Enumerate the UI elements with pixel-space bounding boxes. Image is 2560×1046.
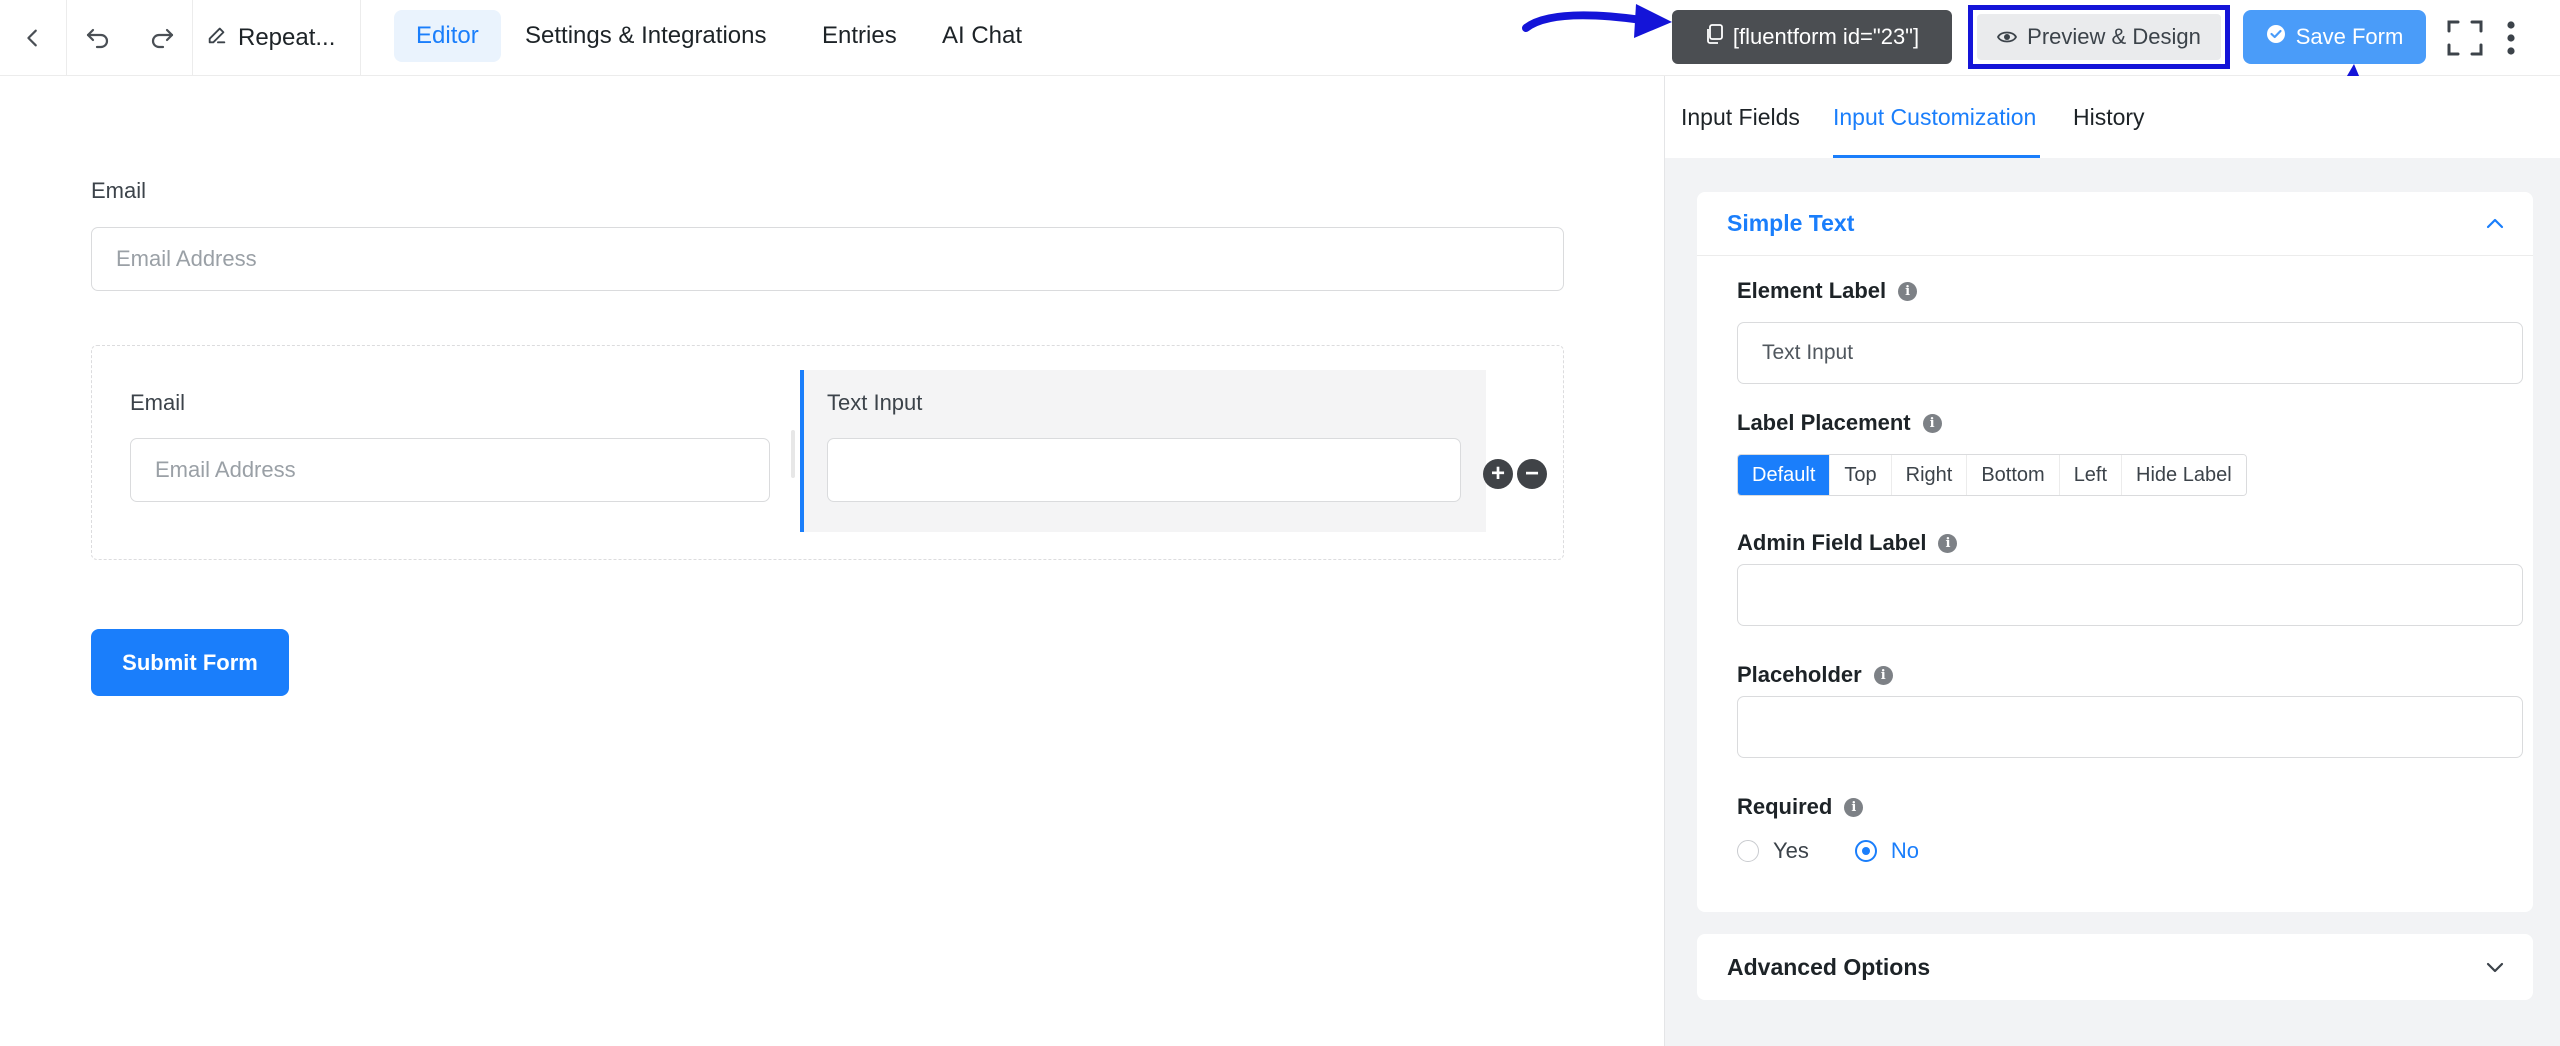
fullscreen-icon[interactable]	[2442, 0, 2488, 76]
placement-option-default[interactable]: Default	[1738, 455, 1831, 495]
tab-input-fields[interactable]: Input Fields	[1681, 76, 1800, 158]
placement-option-left[interactable]: Left	[2059, 455, 2123, 495]
tab-input-customization[interactable]: Input Customization	[1833, 76, 2036, 158]
form-name[interactable]: Repeat...	[206, 0, 335, 76]
section-header[interactable]: Simple Text	[1697, 192, 2533, 256]
required-radio-group: Yes No	[1737, 838, 1919, 864]
info-icon[interactable]: i	[1922, 413, 1942, 433]
undo-icon[interactable]	[66, 0, 130, 76]
repeater-email-field[interactable]: Email Address	[130, 438, 770, 502]
email-field[interactable]: Email Address	[91, 227, 1564, 291]
email-field-label: Email	[91, 178, 147, 203]
chevron-up-icon[interactable]	[2485, 212, 2505, 239]
chevron-down-icon[interactable]	[2485, 957, 2505, 984]
email-placeholder: Email Address	[116, 246, 257, 271]
required-no-radio[interactable]	[1854, 840, 1877, 862]
save-form-label: Save Form	[2295, 24, 2404, 49]
placeholder-input[interactable]	[1737, 696, 2523, 758]
admin-field-label-heading: Admin Field Label i	[1737, 530, 1958, 556]
placement-option-top[interactable]: Top	[1830, 455, 1892, 495]
placement-option-right[interactable]: Right	[1891, 455, 1968, 495]
placement-option-hide-label[interactable]: Hide Label	[2122, 455, 2246, 495]
annotation-arrow-shortcode	[1522, 4, 1672, 38]
placeholder-heading: Placeholder i	[1737, 662, 1893, 688]
copy-icon	[1705, 24, 1723, 50]
tab-editor[interactable]: Editor	[394, 10, 501, 62]
advanced-options-label: Advanced Options	[1727, 953, 1931, 980]
submit-form-button[interactable]: Submit Form	[91, 629, 289, 696]
required-yes-radio[interactable]	[1737, 840, 1759, 862]
info-icon[interactable]: i	[1873, 665, 1893, 685]
top-bar: Repeat... Editor Settings & Integrations…	[0, 0, 2560, 76]
column-resize-handle[interactable]	[791, 430, 795, 478]
edit-icon	[206, 24, 228, 53]
form-name-text: Repeat...	[238, 24, 336, 51]
add-row-button[interactable]: +	[1483, 459, 1513, 489]
tab-ai-chat[interactable]: AI Chat	[920, 10, 1044, 62]
plus-icon: +	[1490, 460, 1505, 487]
tab-entries[interactable]: Entries	[800, 10, 919, 62]
required-no-label: No	[1890, 838, 1920, 863]
shortcode-text: [fluentform id="23"]	[1732, 24, 1920, 49]
back-icon[interactable]	[0, 0, 66, 76]
shortcode-button[interactable]: [fluentform id="23"]	[1672, 10, 1952, 64]
tab-history[interactable]: History	[2073, 76, 2145, 158]
info-icon[interactable]: i	[1898, 281, 1918, 301]
preview-design-label: Preview & Design	[2027, 24, 2201, 49]
advanced-options-section[interactable]: Advanced Options	[1697, 934, 2533, 1000]
required-yes-label: Yes	[1773, 838, 1809, 863]
more-vertical-icon[interactable]	[2496, 0, 2526, 76]
repeater-email-placeholder: Email Address	[155, 457, 296, 482]
divider	[360, 0, 361, 76]
info-icon[interactable]: i	[1938, 533, 1958, 553]
element-label-heading: Element Label i	[1737, 278, 1918, 304]
info-icon[interactable]: i	[1844, 797, 1864, 817]
minus-icon: −	[1524, 460, 1539, 487]
repeater-text-input-field[interactable]	[827, 438, 1461, 502]
repeater-text-input-label: Text Input	[827, 390, 923, 415]
divider	[192, 0, 193, 76]
label-placement-selector: Default Top Right Bottom Left Hide Label	[1737, 454, 2247, 496]
check-circle-icon	[2266, 24, 2286, 50]
redo-icon[interactable]	[130, 0, 194, 76]
admin-field-label-input[interactable]	[1737, 564, 2523, 626]
save-form-button[interactable]: Save Form	[2243, 10, 2426, 64]
submit-form-label: Submit Form	[122, 649, 258, 675]
simple-text-section: Simple Text Element Label i Text Input L…	[1697, 192, 2533, 912]
label-placement-heading: Label Placement i	[1737, 410, 1942, 436]
section-title: Simple Text	[1727, 210, 1855, 236]
tab-settings-integrations[interactable]: Settings & Integrations	[503, 10, 788, 62]
remove-row-button[interactable]: −	[1517, 459, 1547, 489]
element-label-input[interactable]: Text Input	[1737, 322, 2523, 384]
repeater-email-label: Email	[130, 390, 186, 415]
required-heading: Required i	[1737, 794, 1864, 820]
placement-option-bottom[interactable]: Bottom	[1967, 455, 2060, 495]
settings-panel: Input Fields Input Customization History…	[1664, 76, 2560, 1046]
preview-design-button[interactable]: Preview & Design	[1968, 5, 2230, 69]
eye-icon	[1997, 24, 2018, 50]
active-tab-indicator	[1833, 155, 2040, 158]
panel-tabs: Input Fields Input Customization History	[1665, 76, 2560, 158]
